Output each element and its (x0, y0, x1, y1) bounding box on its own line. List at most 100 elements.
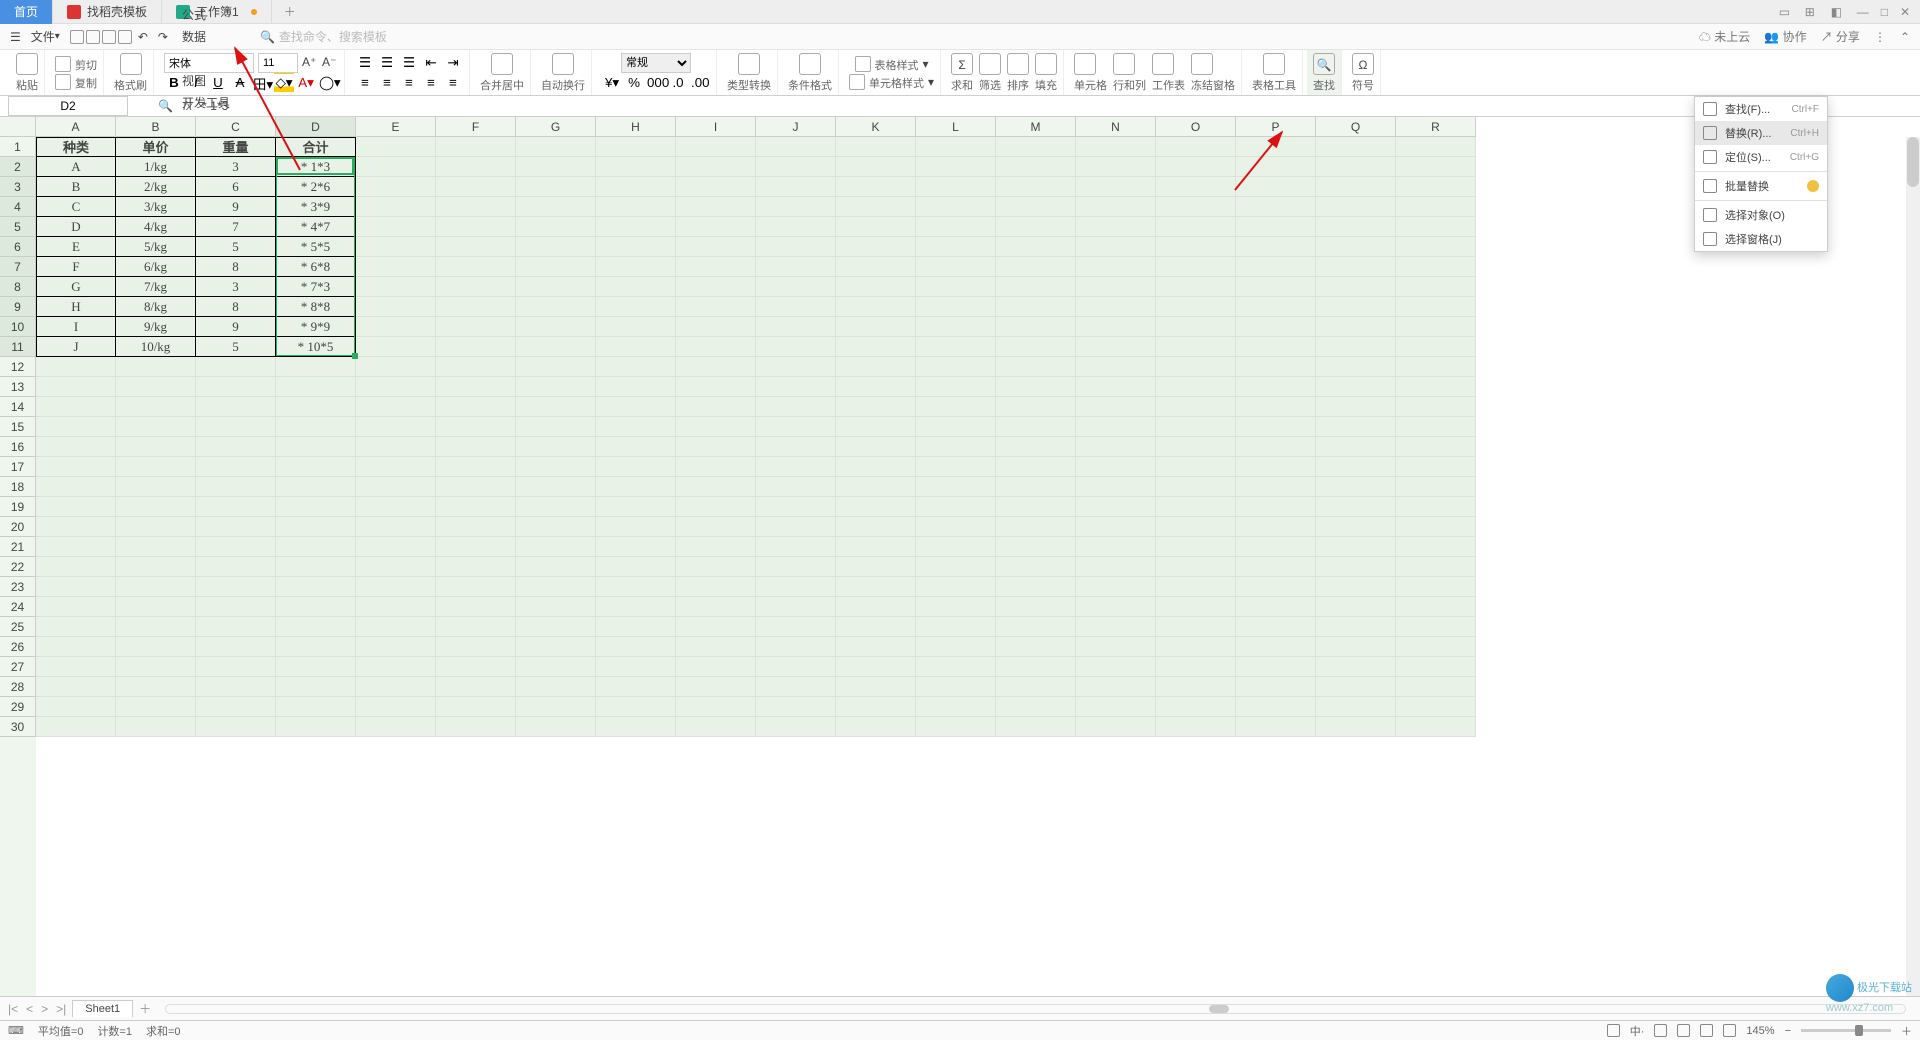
zoom-level[interactable]: 145% (1746, 1025, 1774, 1037)
cell-M10[interactable] (996, 317, 1076, 337)
cell-C29[interactable] (196, 697, 276, 717)
cell-H10[interactable] (596, 317, 676, 337)
cell-G16[interactable] (516, 437, 596, 457)
cell-H28[interactable] (596, 677, 676, 697)
percent-button[interactable]: % (624, 73, 644, 93)
cell-H3[interactable] (596, 177, 676, 197)
cell-J20[interactable] (756, 517, 836, 537)
cell-F4[interactable] (436, 197, 516, 217)
col-header-P[interactable]: P (1236, 117, 1316, 137)
cell-R28[interactable] (1396, 677, 1476, 697)
cell-O12[interactable] (1156, 357, 1236, 377)
cell-H23[interactable] (596, 577, 676, 597)
tab-nav-first[interactable]: |< (6, 1002, 20, 1016)
cell-F22[interactable] (436, 557, 516, 577)
tab-nav-prev[interactable]: < (24, 1002, 35, 1016)
col-header-C[interactable]: C (196, 117, 276, 137)
cell-P15[interactable] (1236, 417, 1316, 437)
cell-E10[interactable] (356, 317, 436, 337)
cell-D11[interactable]: * 10*5 (276, 337, 356, 357)
cell-M27[interactable] (996, 657, 1076, 677)
row-header-20[interactable]: 20 (0, 517, 36, 537)
cell-O30[interactable] (1156, 717, 1236, 737)
cell-K21[interactable] (836, 537, 916, 557)
cell-R26[interactable] (1396, 637, 1476, 657)
cell-A27[interactable] (36, 657, 116, 677)
cell-F15[interactable] (436, 417, 516, 437)
cell-A29[interactable] (36, 697, 116, 717)
cell-M22[interactable] (996, 557, 1076, 577)
cell-J16[interactable] (756, 437, 836, 457)
cell-B22[interactable] (116, 557, 196, 577)
cell-F16[interactable] (436, 437, 516, 457)
cell-O3[interactable] (1156, 177, 1236, 197)
cell-C6[interactable]: 5 (196, 237, 276, 257)
cell-F17[interactable] (436, 457, 516, 477)
cell-F6[interactable] (436, 237, 516, 257)
cell-J29[interactable] (756, 697, 836, 717)
cell-O25[interactable] (1156, 617, 1236, 637)
cell-N7[interactable] (1076, 257, 1156, 277)
cell-E27[interactable] (356, 657, 436, 677)
cell-H14[interactable] (596, 397, 676, 417)
cell-P5[interactable] (1236, 217, 1316, 237)
cell-N14[interactable] (1076, 397, 1156, 417)
cell-J25[interactable] (756, 617, 836, 637)
cell-K19[interactable] (836, 497, 916, 517)
cell-R10[interactable] (1396, 317, 1476, 337)
cell-J4[interactable] (756, 197, 836, 217)
name-box[interactable] (8, 96, 128, 116)
cell-A2[interactable]: A (36, 157, 116, 177)
cell-Q30[interactable] (1316, 717, 1396, 737)
col-header-E[interactable]: E (356, 117, 436, 137)
cell-E18[interactable] (356, 477, 436, 497)
cell-E22[interactable] (356, 557, 436, 577)
cell-N8[interactable] (1076, 277, 1156, 297)
cell-O16[interactable] (1156, 437, 1236, 457)
cell-G15[interactable] (516, 417, 596, 437)
cell-M18[interactable] (996, 477, 1076, 497)
cell-P3[interactable] (1236, 177, 1316, 197)
filter-icon[interactable] (979, 53, 1001, 75)
col-header-Q[interactable]: Q (1316, 117, 1396, 137)
cell-R4[interactable] (1396, 197, 1476, 217)
cell-C2[interactable]: 3 (196, 157, 276, 177)
cell-F25[interactable] (436, 617, 516, 637)
cell-A16[interactable] (36, 437, 116, 457)
cell-C30[interactable] (196, 717, 276, 737)
cell-J12[interactable] (756, 357, 836, 377)
cell-style-icon[interactable] (849, 74, 865, 90)
cell-B16[interactable] (116, 437, 196, 457)
cell-K29[interactable] (836, 697, 916, 717)
cell-N5[interactable] (1076, 217, 1156, 237)
view-read-icon[interactable] (1723, 1024, 1736, 1037)
cell-E4[interactable] (356, 197, 436, 217)
cell-B5[interactable]: 4/kg (116, 217, 196, 237)
cell-K9[interactable] (836, 297, 916, 317)
cell-P25[interactable] (1236, 617, 1316, 637)
cell-R14[interactable] (1396, 397, 1476, 417)
cell-R8[interactable] (1396, 277, 1476, 297)
cell-J3[interactable] (756, 177, 836, 197)
cell-I1[interactable] (676, 137, 756, 157)
cell-A28[interactable] (36, 677, 116, 697)
row-header-27[interactable]: 27 (0, 657, 36, 677)
cell-M4[interactable] (996, 197, 1076, 217)
cell-P11[interactable] (1236, 337, 1316, 357)
row-header-16[interactable]: 16 (0, 437, 36, 457)
cell-H22[interactable] (596, 557, 676, 577)
cell-O20[interactable] (1156, 517, 1236, 537)
font-size-select[interactable] (258, 53, 298, 73)
col-header-D[interactable]: D (276, 117, 356, 137)
cell-L20[interactable] (916, 517, 996, 537)
cell-F28[interactable] (436, 677, 516, 697)
cell-R30[interactable] (1396, 717, 1476, 737)
cell-M3[interactable] (996, 177, 1076, 197)
cell-A21[interactable] (36, 537, 116, 557)
cell-K13[interactable] (836, 377, 916, 397)
cell-N15[interactable] (1076, 417, 1156, 437)
cell-P18[interactable] (1236, 477, 1316, 497)
clear-format-button[interactable]: ◯▾ (318, 73, 338, 93)
cell-N23[interactable] (1076, 577, 1156, 597)
cell-C15[interactable] (196, 417, 276, 437)
